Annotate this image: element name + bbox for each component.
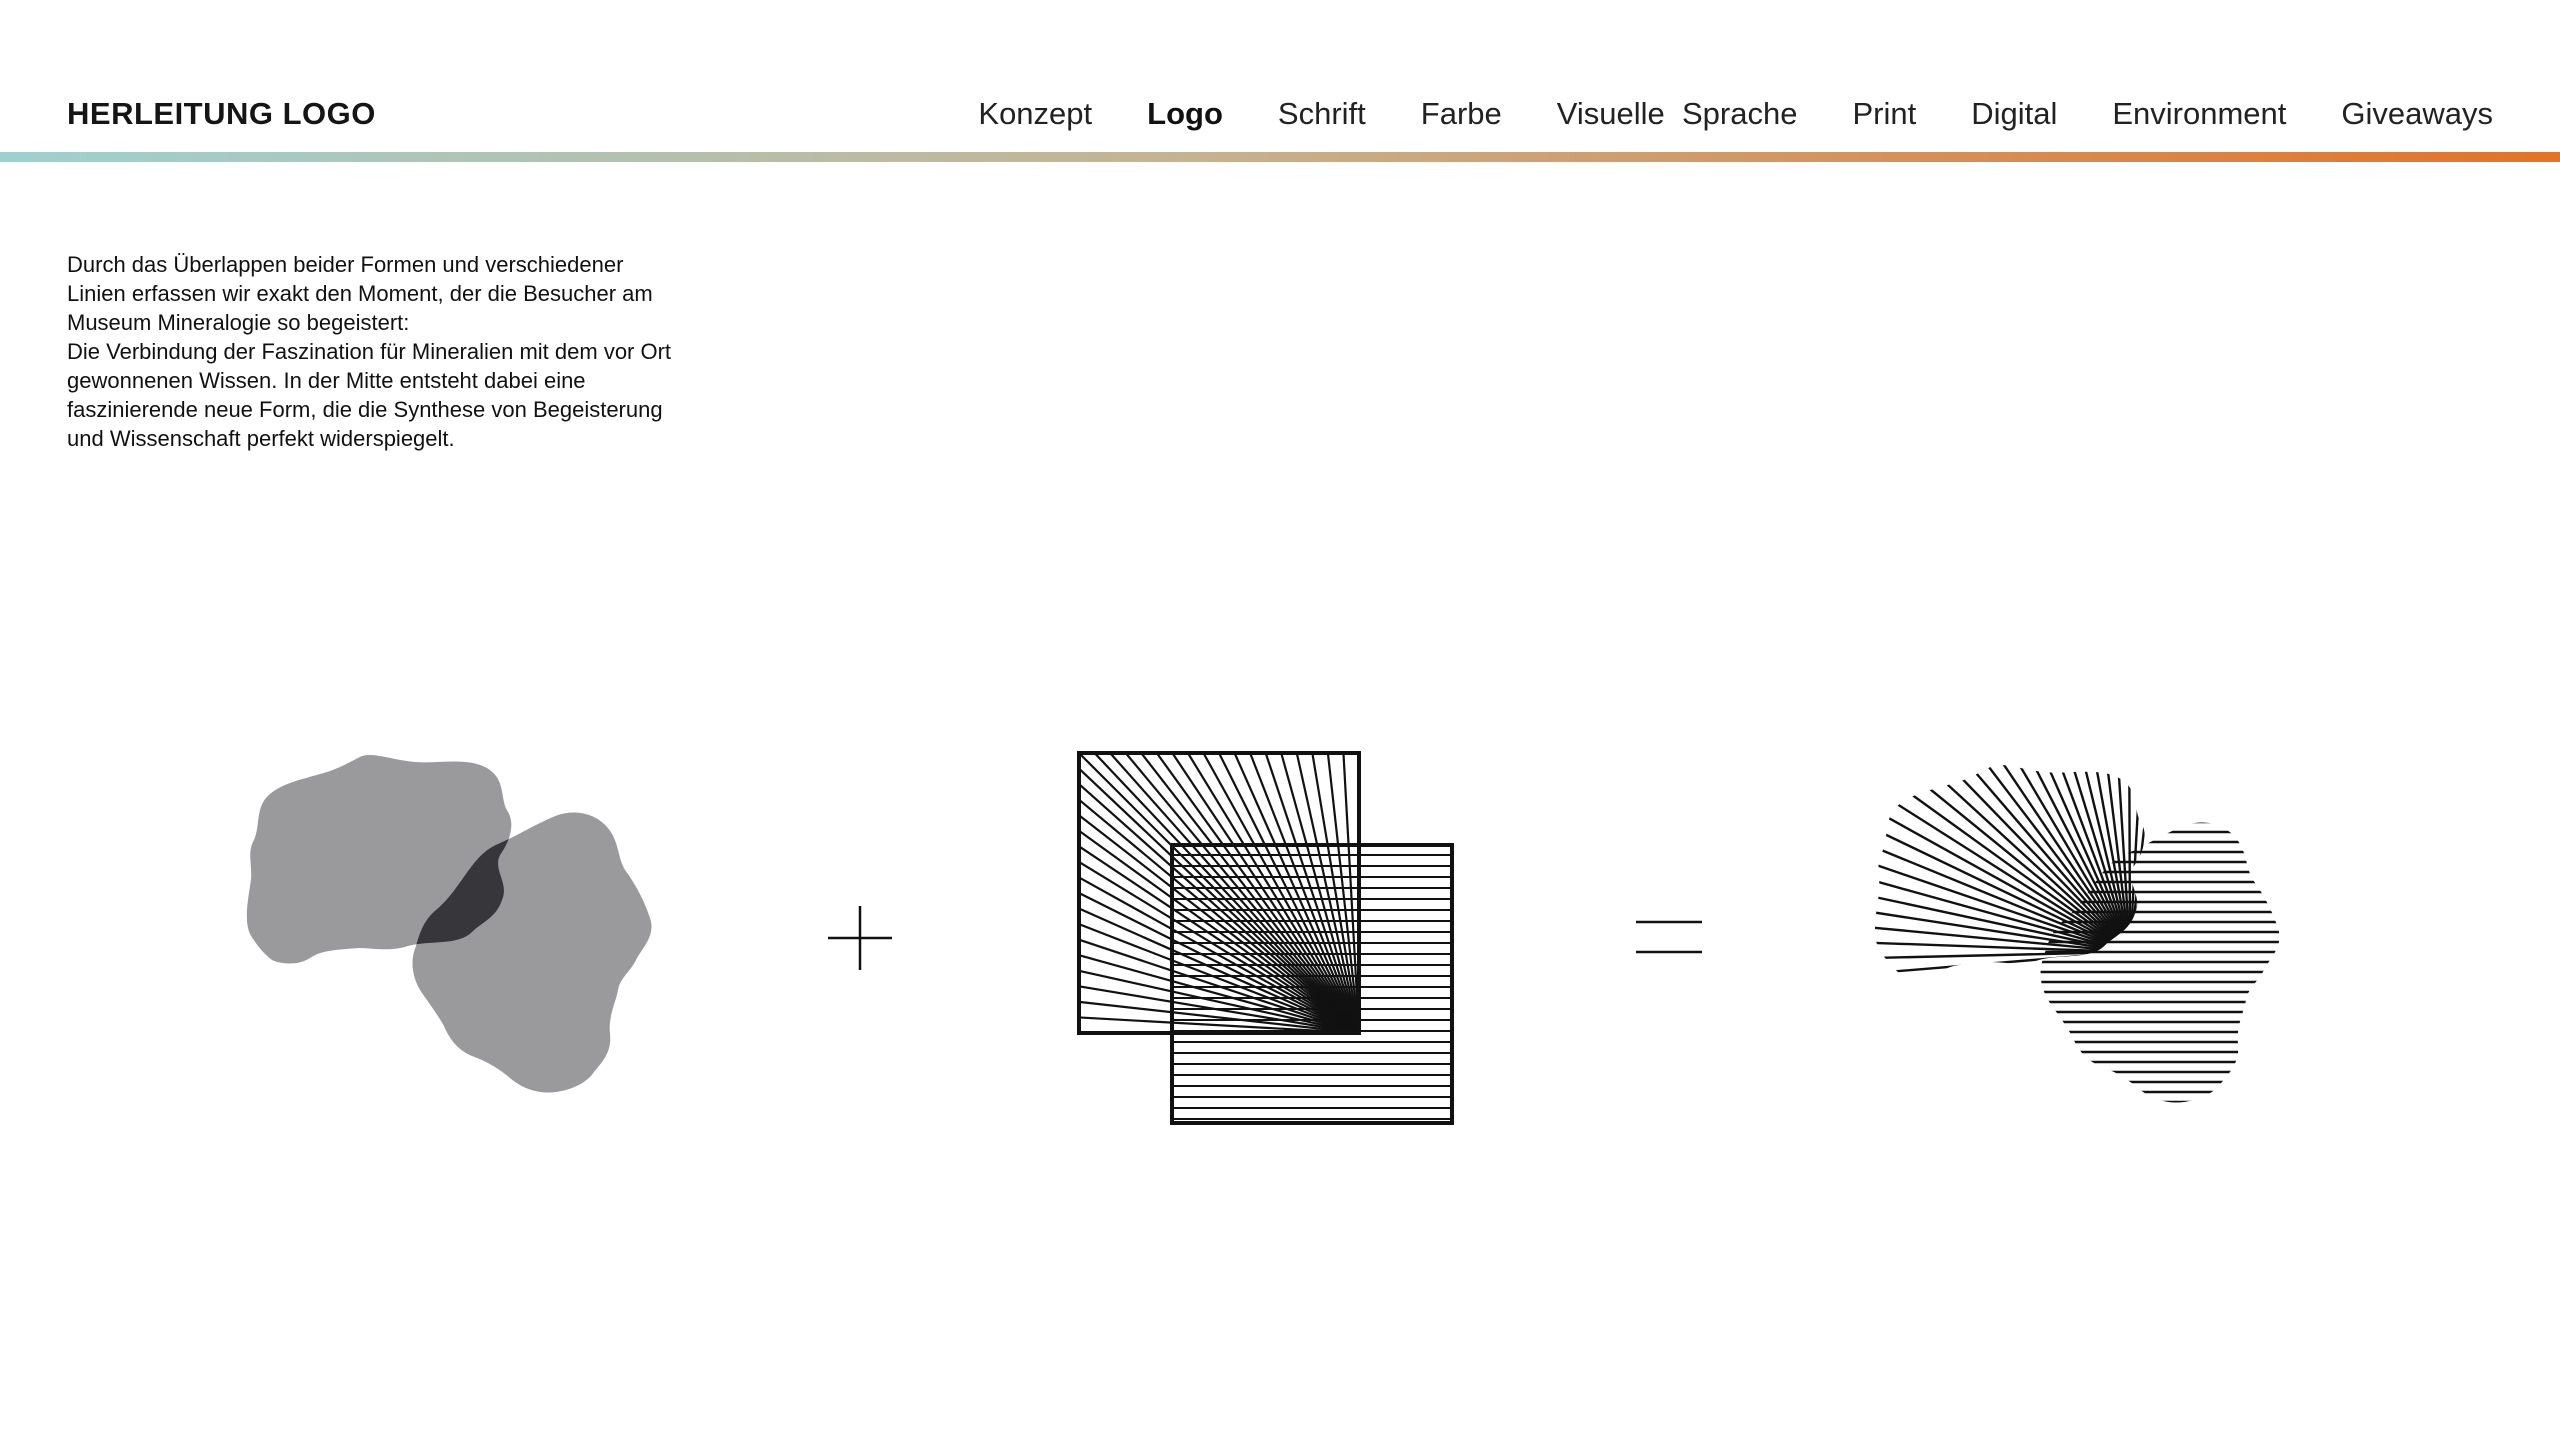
nav-item-environment[interactable]: Environment <box>2112 96 2286 132</box>
nav-item-farbe[interactable]: Farbe <box>1421 96 1502 132</box>
logo-radiating-line <box>2124 765 2145 962</box>
logo-horizontal-lines <box>2040 822 2280 1103</box>
intro-text: Durch das Überlappen beider Formen und v… <box>67 250 687 453</box>
intro-paragraph-2: Die Verbindung der Faszination für Miner… <box>67 339 672 451</box>
logo-radiating-line <box>1874 948 2141 978</box>
page-title: HERLEITUNG LOGO <box>67 96 376 131</box>
nav-item-print[interactable]: Print <box>1852 96 1916 132</box>
nav-item-schrift[interactable]: Schrift <box>1278 96 1366 132</box>
logo-radiating-line <box>2123 765 2145 962</box>
mineral-shapes-figure <box>246 754 652 1093</box>
nav-item-visuelle-sprache[interactable]: Visuelle Sprache <box>1557 96 1798 132</box>
logo-radiating-line <box>2127 765 2145 963</box>
radiating-line <box>1078 752 1360 1034</box>
radiating-line <box>1124 752 1360 1034</box>
radiating-lines-square <box>1078 752 1361 1035</box>
logo-radiating-line <box>2124 765 2145 962</box>
header-gradient-divider <box>0 152 2560 162</box>
page: HERLEITUNG LOGO Konzept Logo Schrift Far… <box>0 0 2560 1440</box>
logo-radiating-line <box>2127 765 2132 963</box>
intro-paragraph-1: Durch das Überlappen beider Formen und v… <box>67 252 653 335</box>
resulting-logo-figure <box>1874 765 2280 1103</box>
equals-icon <box>1636 920 1702 954</box>
logo-radiating-line <box>1874 765 2139 959</box>
logo-radiating-line <box>2125 765 2145 962</box>
line-squares-figure <box>1077 751 1454 1125</box>
main-nav: Konzept Logo Schrift Farbe Visuelle Spra… <box>978 96 2493 132</box>
logo-radiating-line <box>2126 765 2145 963</box>
plus-icon <box>828 906 892 970</box>
nav-item-giveaways[interactable]: Giveaways <box>2341 96 2493 132</box>
nav-item-logo[interactable]: Logo <box>1147 96 1223 132</box>
logo-radiating-line <box>2128 765 2145 963</box>
nav-item-konzept[interactable]: Konzept <box>978 96 1092 132</box>
logo-radiating-line <box>2125 765 2145 962</box>
logo-radiating-lines <box>1874 765 2145 978</box>
nav-item-digital[interactable]: Digital <box>1971 96 2057 132</box>
